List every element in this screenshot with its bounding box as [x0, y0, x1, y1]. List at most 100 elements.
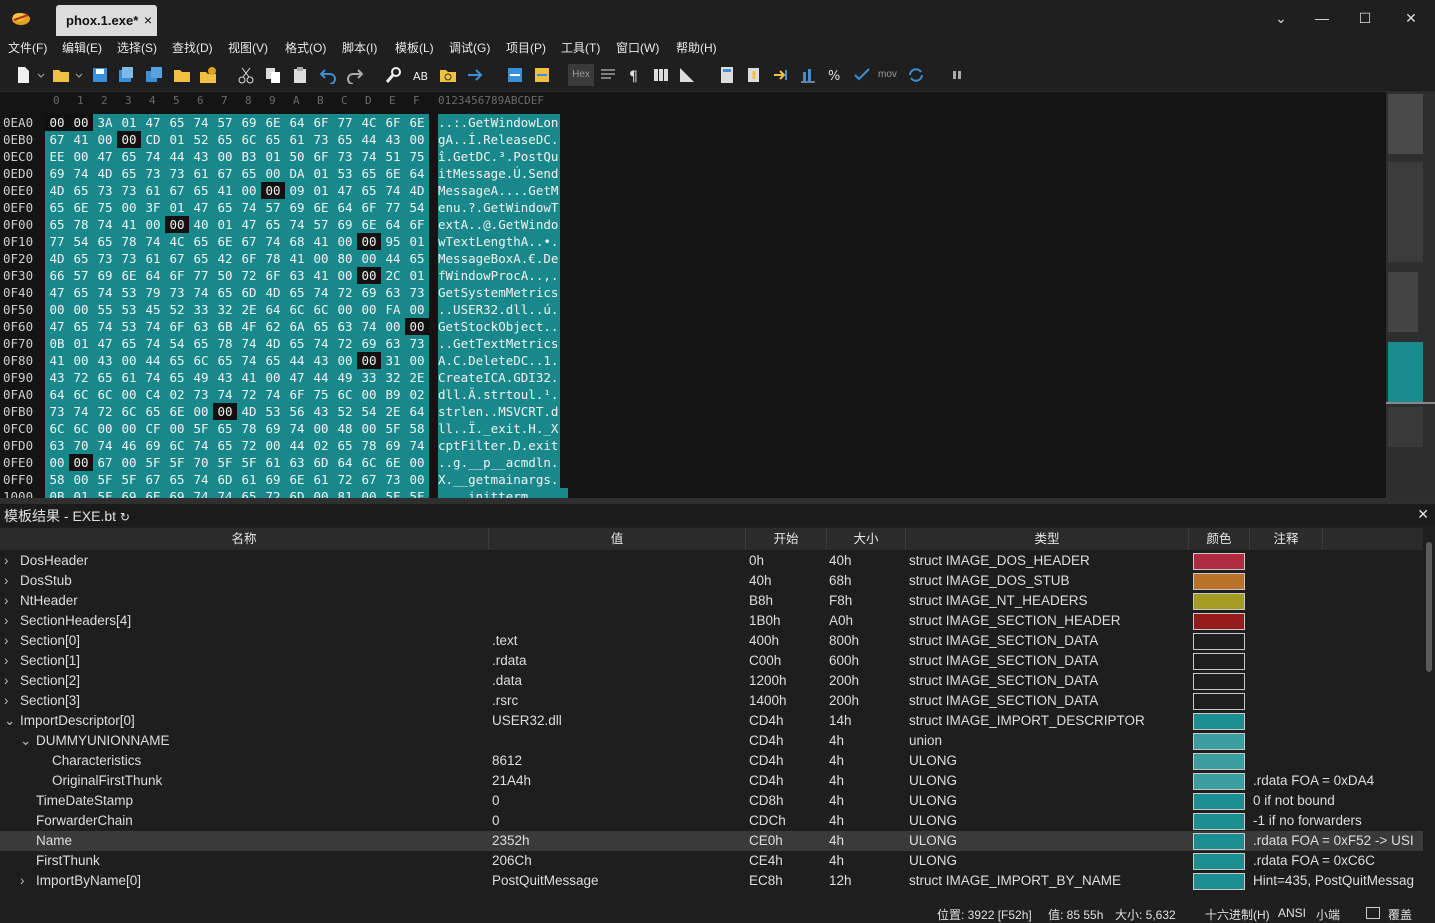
hex-byte[interactable]: 64 — [333, 454, 357, 471]
open-workspace-icon[interactable] — [173, 66, 191, 84]
column-type[interactable]: 类型 — [906, 528, 1189, 550]
hex-byte[interactable]: 47 — [237, 216, 261, 233]
hex-byte[interactable]: 65 — [117, 165, 141, 182]
text-mode-icon[interactable] — [599, 66, 617, 84]
hex-byte[interactable]: 2E — [237, 301, 261, 318]
template-row[interactable]: ⌄ DUMMYUNIONNAME CD4h 4h union — [0, 731, 1423, 751]
menu-edit[interactable]: 编辑(E) — [62, 39, 102, 56]
hex-byte[interactable]: 32 — [381, 369, 405, 386]
hex-byte[interactable]: 73 — [165, 284, 189, 301]
hex-byte[interactable]: 45 — [141, 301, 165, 318]
hex-byte[interactable]: 4D — [45, 182, 69, 199]
hex-byte[interactable]: 4C — [165, 233, 189, 250]
hex-row-ascii[interactable]: gA..Í.ReleaseDC. — [438, 131, 561, 148]
hex-byte[interactable]: 2E — [381, 403, 405, 420]
checksum-icon[interactable] — [853, 66, 871, 84]
expand-chevron-icon[interactable]: › — [4, 691, 9, 711]
hex-byte[interactable]: 78 — [237, 420, 261, 437]
hex-byte[interactable]: 00 — [405, 352, 429, 369]
hex-byte[interactable]: 52 — [333, 403, 357, 420]
hex-byte[interactable]: 74 — [189, 114, 213, 131]
hex-byte[interactable]: 6E — [381, 454, 405, 471]
collapse-chevron-icon[interactable]: ⌄ — [4, 711, 15, 731]
hex-byte[interactable]: 74 — [357, 318, 381, 335]
hex-byte[interactable]: 69 — [261, 471, 285, 488]
hex-byte[interactable]: 95 — [381, 233, 405, 250]
hex-byte[interactable]: 78 — [117, 233, 141, 250]
hex-byte[interactable]: 2C — [381, 267, 405, 284]
hex-byte[interactable]: 00 — [189, 403, 213, 420]
template-row[interactable]: › DosHeader 0h 40h struct IMAGE_DOS_HEADER — [0, 551, 1423, 571]
hex-row-ascii[interactable]: wTextLengthA..•. — [438, 233, 561, 250]
hex-byte[interactable]: 78 — [357, 437, 381, 454]
hex-byte[interactable]: 00 — [333, 267, 357, 284]
hex-byte[interactable]: 53 — [117, 284, 141, 301]
hex-byte[interactable]: 47 — [45, 284, 69, 301]
hex-byte[interactable]: 66 — [45, 267, 69, 284]
hex-byte[interactable]: 4D — [45, 250, 69, 267]
hex-byte[interactable]: 72 — [333, 335, 357, 352]
hex-byte[interactable]: 65 — [189, 233, 213, 250]
hex-byte[interactable]: 41 — [117, 216, 141, 233]
menu-file[interactable]: 文件(F) — [8, 39, 47, 56]
hex-byte[interactable]: 53 — [261, 403, 285, 420]
hex-row-ascii[interactable]: dll.Ä.strtoul.¹. — [438, 386, 561, 403]
hex-byte[interactable]: 6F — [237, 250, 261, 267]
hex-byte[interactable]: 6E — [213, 233, 237, 250]
hex-byte[interactable]: 01 — [405, 233, 429, 250]
hex-byte[interactable]: 00 — [405, 454, 429, 471]
menu-window[interactable]: 窗口(W) — [616, 39, 659, 56]
hex-byte[interactable]: 69 — [285, 199, 309, 216]
menu-script[interactable]: 脚本(I) — [342, 39, 377, 56]
hex-byte[interactable]: 00 — [357, 352, 381, 369]
compare-files-icon[interactable] — [533, 66, 551, 84]
hex-byte[interactable]: 65 — [189, 182, 213, 199]
hex-byte[interactable]: 64 — [261, 301, 285, 318]
hex-byte[interactable]: 01 — [261, 148, 285, 165]
column-comment[interactable]: 注释 — [1250, 528, 1323, 550]
hex-byte[interactable]: 65 — [213, 420, 237, 437]
hex-byte[interactable]: 6F — [285, 386, 309, 403]
undo-icon[interactable] — [319, 66, 337, 84]
hex-byte[interactable]: 41 — [213, 182, 237, 199]
hex-byte[interactable]: 75 — [93, 199, 117, 216]
hex-byte[interactable]: 00 — [381, 318, 405, 335]
run-template-icon[interactable] — [745, 66, 763, 84]
hex-byte[interactable]: 44 — [285, 437, 309, 454]
hex-byte[interactable]: 44 — [357, 131, 381, 148]
hex-byte[interactable]: 31 — [381, 352, 405, 369]
menu-project[interactable]: 项目(P) — [506, 39, 546, 56]
hex-byte[interactable]: 74 — [189, 437, 213, 454]
hex-byte[interactable]: 2E — [405, 369, 429, 386]
hex-byte[interactable]: 65 — [309, 318, 333, 335]
hex-byte[interactable]: 01 — [117, 114, 141, 131]
hex-byte[interactable]: 02 — [405, 386, 429, 403]
hex-byte[interactable]: 0B — [45, 335, 69, 352]
hex-byte[interactable]: 49 — [189, 369, 213, 386]
hex-byte[interactable]: 6F — [357, 199, 381, 216]
hex-byte[interactable]: 56 — [285, 403, 309, 420]
hex-byte[interactable]: 74 — [69, 403, 93, 420]
hex-byte[interactable]: 74 — [141, 318, 165, 335]
column-color[interactable]: 颜色 — [1189, 528, 1250, 550]
hex-byte[interactable]: 47 — [189, 199, 213, 216]
hex-row-ascii[interactable]: enu.?.GetWindowT — [438, 199, 561, 216]
hex-byte[interactable]: 00 — [405, 131, 429, 148]
hex-byte[interactable]: 6A — [285, 318, 309, 335]
hex-byte[interactable]: 67 — [141, 471, 165, 488]
hex-byte[interactable]: 5F — [165, 454, 189, 471]
hex-byte[interactable]: 01 — [405, 267, 429, 284]
template-row[interactable]: OriginalFirstThunk 21A4h CD4h 4h ULONG .rdata… — [0, 771, 1423, 791]
hex-byte[interactable]: 73 — [93, 250, 117, 267]
hex-byte[interactable]: 6F — [165, 318, 189, 335]
hex-byte[interactable]: 00 — [69, 471, 93, 488]
hex-byte[interactable]: 72 — [237, 267, 261, 284]
hex-row-ascii[interactable]: extA..@.GetWindo — [438, 216, 561, 233]
hex-byte[interactable]: 01 — [309, 165, 333, 182]
template-row[interactable]: › Section[2] .data 1200h 200h struct IMAGE_SE… — [0, 671, 1423, 691]
hex-byte[interactable]: 44 — [165, 148, 189, 165]
hex-byte[interactable]: 09 — [285, 182, 309, 199]
hex-row-ascii[interactable]: fWindowProcA..,. — [438, 267, 561, 284]
hex-byte[interactable]: 54 — [69, 233, 93, 250]
hex-byte[interactable]: 5F — [237, 454, 261, 471]
